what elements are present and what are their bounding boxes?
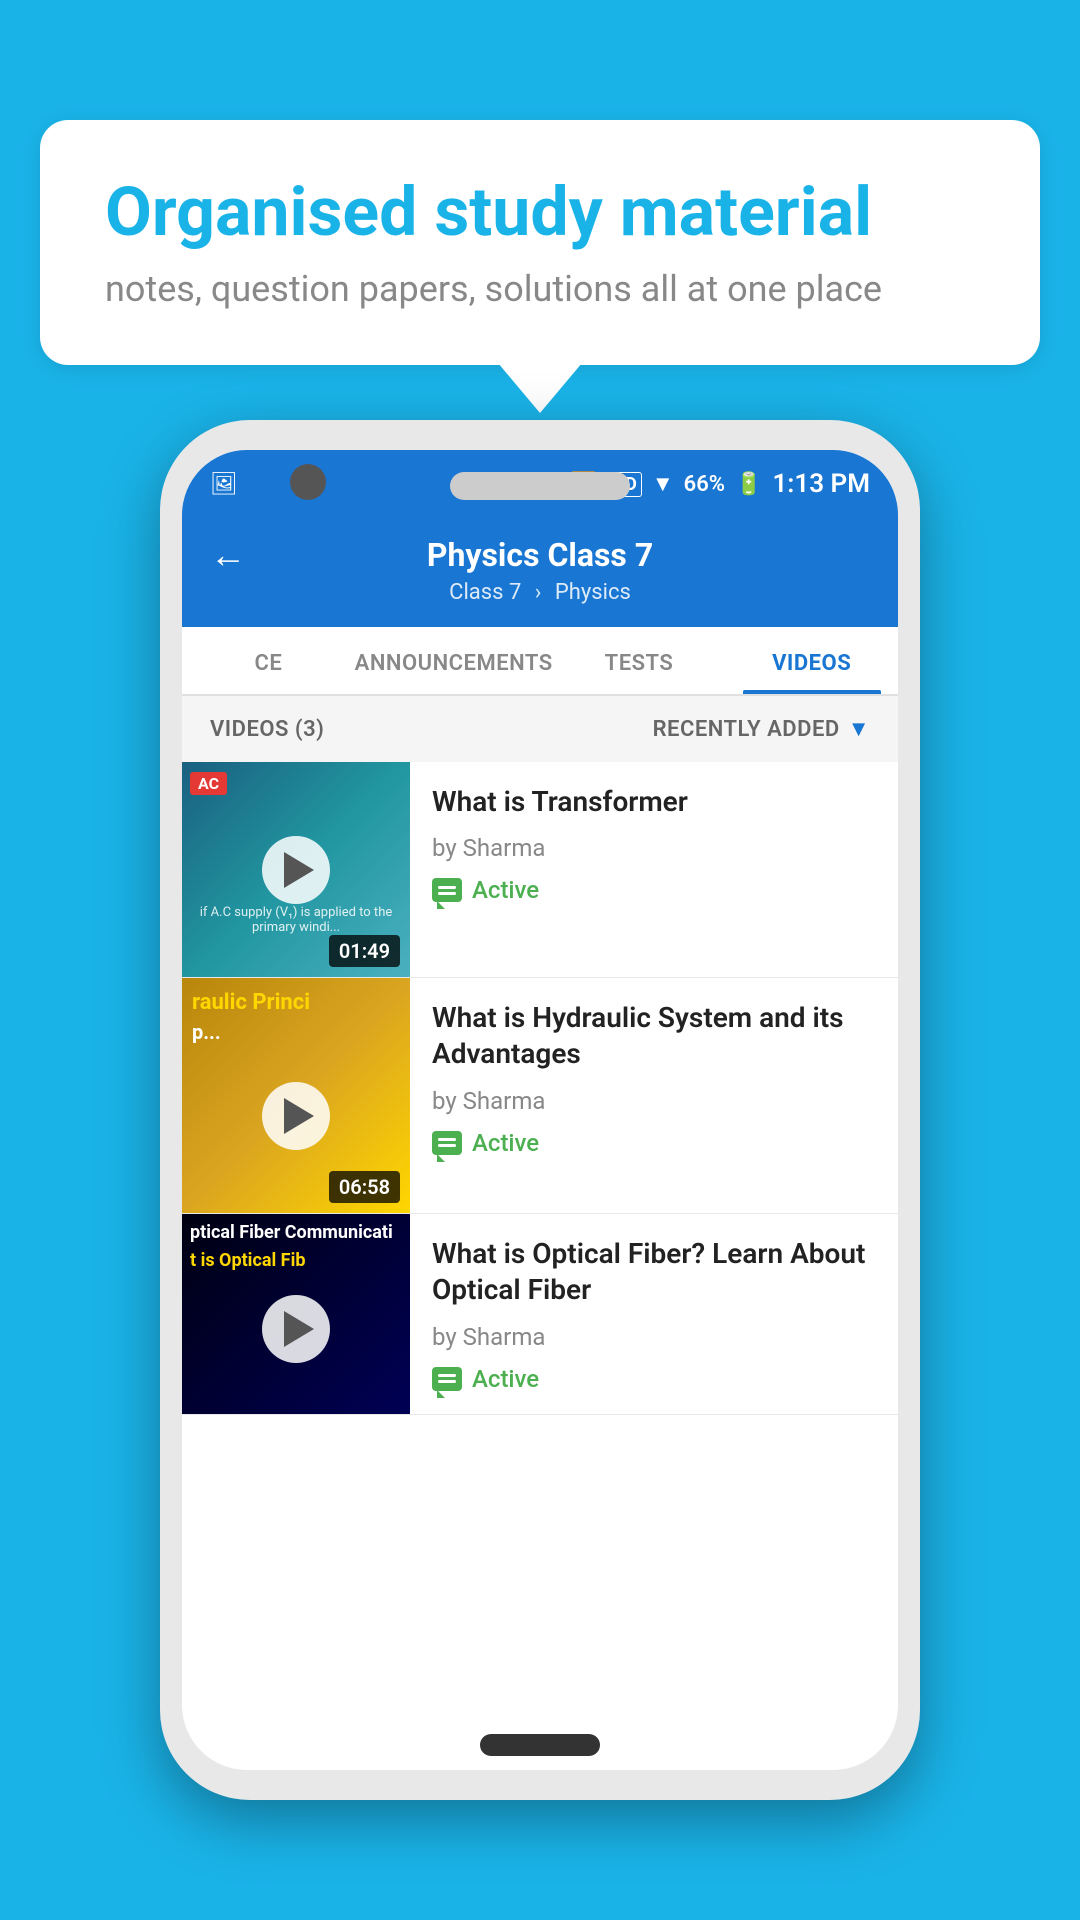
app-bar-title: Physics Class 7 — [427, 536, 653, 574]
active-label-3: Active — [472, 1365, 539, 1393]
video-title-1: What is Transformer — [432, 784, 876, 820]
video-status-2: Active — [432, 1129, 876, 1157]
videos-list: AC if A.C supply (V₁) is applied to the … — [182, 762, 898, 1770]
play-button-2[interactable] — [262, 1082, 330, 1150]
video-item-2[interactable]: raulic Princi p... 06:58 What is Hydraul… — [182, 978, 898, 1214]
chat-line — [438, 1374, 456, 1377]
status-left: 🖼 — [210, 472, 246, 497]
tab-videos[interactable]: VIDEOS — [725, 627, 898, 694]
phone-home-bar — [480, 1734, 600, 1756]
tabs-bar: CE ANNOUNCEMENTS TESTS VIDEOS — [182, 627, 898, 696]
app-bar: ← Physics Class 7 Class 7 › Physics — [182, 518, 898, 627]
phone-screen: 🖼 ✳ 📶 HD ▼ 66% 🔋 1:13 PM ← Physics Class… — [182, 450, 898, 1770]
video-info-1: What is Transformer by Sharma Active — [410, 762, 898, 977]
video-item-1[interactable]: AC if A.C supply (V₁) is applied to the … — [182, 762, 898, 978]
phone-speaker — [450, 472, 630, 500]
wifi-icon: ▼ — [652, 471, 674, 497]
play-button-3[interactable] — [262, 1295, 330, 1363]
video-title-2: What is Hydraulic System and its Advanta… — [432, 1000, 876, 1073]
battery-icon: 🔋 — [735, 472, 762, 497]
chat-lines-3 — [438, 1374, 456, 1383]
bubble-subtitle: notes, question papers, solutions all at… — [105, 268, 975, 310]
list-header: VIDEOS (3) RECENTLY ADDED ▼ — [182, 696, 898, 762]
back-button[interactable]: ← — [210, 534, 246, 576]
battery-percent: 66% — [684, 472, 725, 497]
thumb-label-optical: ptical Fiber Communicati — [182, 1214, 410, 1243]
video-thumb-3: ptical Fiber Communicati t is Optical Fi… — [182, 1214, 410, 1414]
breadcrumb: Class 7 › Physics — [210, 580, 870, 605]
active-label-2: Active — [472, 1129, 539, 1157]
tab-announcements[interactable]: ANNOUNCEMENTS — [355, 627, 553, 694]
chat-line — [438, 886, 456, 889]
phone-device: 🖼 ✳ 📶 HD ▼ 66% 🔋 1:13 PM ← Physics Class… — [160, 420, 920, 1800]
status-time: 1:13 PM — [772, 469, 870, 499]
video-item-3[interactable]: ptical Fiber Communicati t is Optical Fi… — [182, 1214, 898, 1415]
chat-line — [438, 892, 456, 895]
chat-icon-2 — [432, 1131, 462, 1155]
chat-lines-2 — [438, 1138, 456, 1147]
play-triangle-icon — [284, 852, 314, 888]
video-status-1: Active — [432, 876, 876, 904]
video-title-3: What is Optical Fiber? Learn About Optic… — [432, 1236, 876, 1309]
chat-icon-3 — [432, 1367, 462, 1391]
video-duration-2: 06:58 — [329, 1171, 400, 1203]
thumb-overlay-1: if A.C supply (V₁) is applied to the pri… — [182, 905, 410, 935]
tab-tests[interactable]: TESTS — [553, 627, 726, 694]
photo-icon: 🖼 — [210, 472, 238, 497]
phone-camera — [290, 464, 326, 500]
play-button-1[interactable] — [262, 836, 330, 904]
breadcrumb-subject: Physics — [555, 580, 631, 605]
video-author-2: by Sharma — [432, 1087, 876, 1115]
thumb-label-hydraulic2: p... — [182, 1020, 410, 1044]
play-triangle-icon-2 — [284, 1098, 314, 1134]
app-bar-top: ← Physics Class 7 — [210, 536, 870, 574]
videos-count: VIDEOS (3) — [210, 717, 324, 742]
thumb-label-hydraulic: raulic Princi — [182, 978, 410, 1015]
video-status-3: Active — [432, 1365, 876, 1393]
chat-lines — [438, 886, 456, 895]
speech-bubble: Organised study material notes, question… — [40, 120, 1040, 365]
chat-line — [438, 1144, 456, 1147]
sort-label: RECENTLY ADDED — [653, 717, 840, 742]
thumb-label-optical2: t is Optical Fib — [182, 1250, 410, 1271]
video-info-3: What is Optical Fiber? Learn About Optic… — [410, 1214, 898, 1414]
play-triangle-icon-3 — [284, 1311, 314, 1347]
active-label-1: Active — [472, 876, 539, 904]
video-thumb-2: raulic Princi p... 06:58 — [182, 978, 410, 1213]
chevron-down-icon: ▼ — [848, 716, 870, 742]
chat-line — [438, 1138, 456, 1141]
video-info-2: What is Hydraulic System and its Advanta… — [410, 978, 898, 1213]
breadcrumb-class: Class 7 — [449, 580, 521, 605]
bubble-title: Organised study material — [105, 175, 975, 250]
breadcrumb-separator: › — [535, 580, 542, 605]
chat-line — [438, 1380, 456, 1383]
video-author-3: by Sharma — [432, 1323, 876, 1351]
thumb-label-ac: AC — [190, 772, 227, 795]
chat-icon-1 — [432, 878, 462, 902]
video-author-1: by Sharma — [432, 834, 876, 862]
sort-button[interactable]: RECENTLY ADDED ▼ — [653, 716, 870, 742]
tab-ce[interactable]: CE — [182, 627, 355, 694]
video-duration-1: 01:49 — [329, 935, 400, 967]
video-thumb-1: AC if A.C supply (V₁) is applied to the … — [182, 762, 410, 977]
